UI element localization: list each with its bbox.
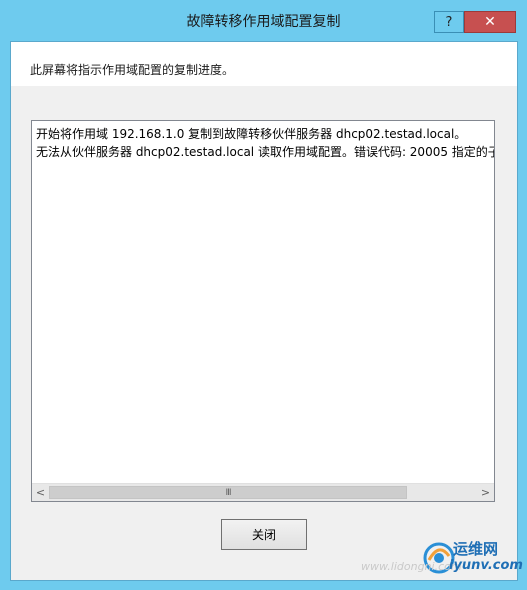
watermark: 运维网 www.lidongni.com iyunv.com: [361, 536, 523, 584]
close-button[interactable]: 关闭: [221, 519, 307, 550]
title-bar[interactable]: 故障转移作用域配置复制 ? ✕: [0, 0, 527, 40]
help-button[interactable]: ?: [434, 11, 464, 33]
description-text: 此屏幕将指示作用域配置的复制进度。: [30, 63, 235, 77]
horizontal-scrollbar[interactable]: < III >: [32, 483, 494, 501]
watermark-url: www.lidongni.com: [361, 560, 462, 573]
help-icon: ?: [445, 14, 453, 30]
progress-log[interactable]: 开始将作用域 192.168.1.0 复制到故障转移伙伴服务器 dhcp02.t…: [31, 120, 495, 502]
grip-icon: III: [225, 487, 232, 498]
window-close-button[interactable]: ✕: [464, 11, 516, 33]
replication-dialog: 故障转移作用域配置复制 ? ✕ 此屏幕将指示作用域配置的复制进度。 开始将作用域…: [0, 0, 527, 590]
watermark-name: 运维网: [453, 540, 499, 558]
dialog-client-area: 此屏幕将指示作用域配置的复制进度。 开始将作用域 192.168.1.0 复制到…: [10, 41, 518, 581]
log-line: 无法从伙伴服务器 dhcp02.testad.local 读取作用域配置。错误代…: [36, 145, 495, 159]
scrollbar-thumb[interactable]: III: [49, 486, 407, 499]
log-line: 开始将作用域 192.168.1.0 复制到故障转移伙伴服务器 dhcp02.t…: [36, 127, 467, 141]
close-icon: ✕: [484, 14, 496, 30]
scroll-right-icon[interactable]: >: [477, 484, 494, 501]
scroll-left-icon[interactable]: <: [32, 484, 49, 501]
watermark-url-2: iyunv.com: [449, 558, 523, 573]
log-lines: 开始将作用域 192.168.1.0 复制到故障转移伙伴服务器 dhcp02.t…: [36, 125, 494, 161]
